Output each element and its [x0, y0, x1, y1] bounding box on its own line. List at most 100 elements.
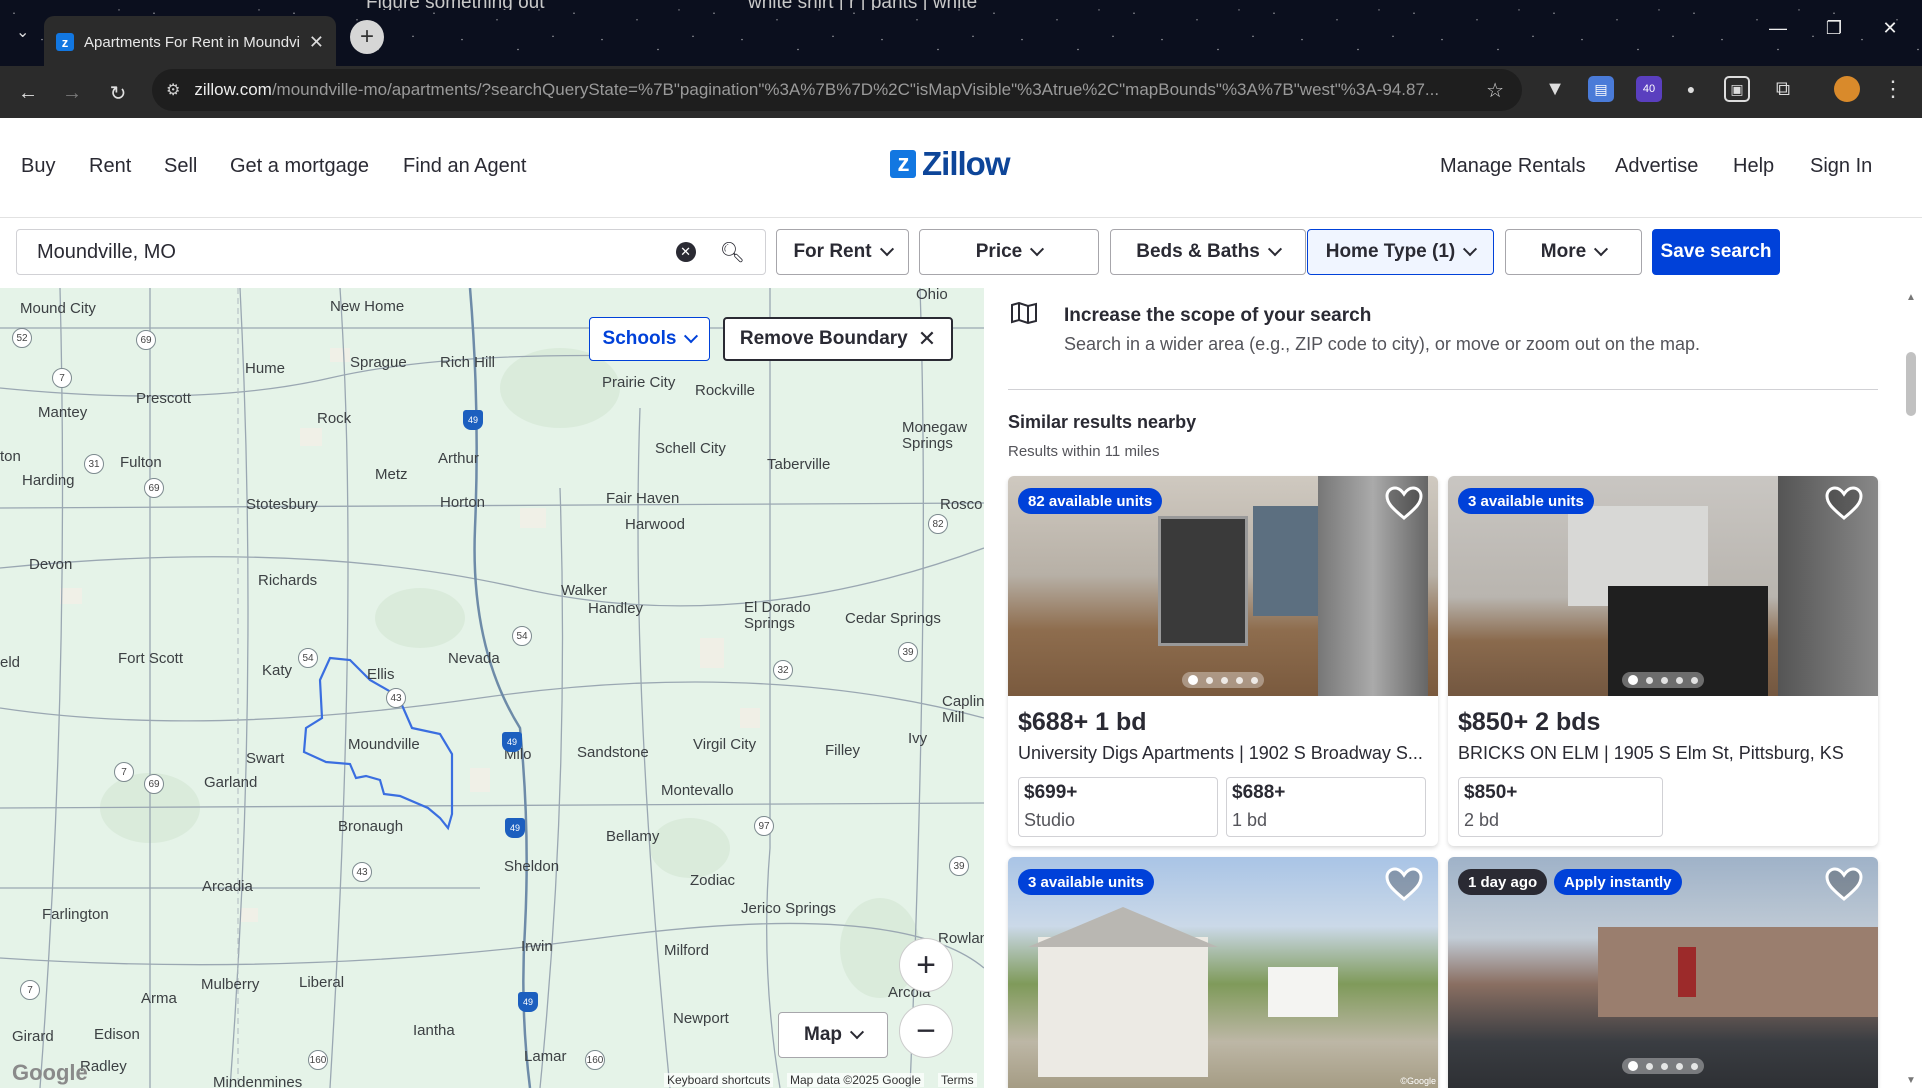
nav-get-a-mortgage[interactable]: Get a mortgage	[230, 155, 369, 178]
tab-search-icon[interactable]: ⌄	[16, 22, 29, 42]
clear-search-icon[interactable]: ✕	[675, 242, 696, 262]
scroll-down-icon[interactable]: ▼	[1906, 1075, 1916, 1086]
listing-photo[interactable]: 3 available units	[1448, 476, 1878, 696]
listing-address[interactable]: BRICKS ON ELM | 1905 S Elm St, Pittsburg…	[1458, 743, 1868, 764]
map-place-label: Liberal	[299, 974, 345, 991]
home-type-filter[interactable]: Home Type (1)	[1307, 229, 1494, 275]
search-input[interactable]	[37, 240, 676, 264]
search-icon[interactable]: 🔍︎	[720, 240, 745, 265]
reload-icon[interactable]: ↻	[100, 75, 136, 111]
nav-sign-in[interactable]: Sign In	[1810, 155, 1872, 178]
close-tab-icon[interactable]: ✕	[309, 32, 324, 53]
nav-manage-rentals[interactable]: Manage Rentals	[1440, 155, 1586, 178]
docs-extension-icon[interactable]: ▤	[1588, 76, 1614, 102]
map-place-label: Stotesbury	[246, 496, 318, 513]
photo-carousel-dots[interactable]	[1622, 672, 1704, 688]
map-place-label: Arthur	[438, 450, 479, 467]
nav-sell[interactable]: Sell	[164, 155, 197, 178]
screen-cast-icon[interactable]: ▣	[1724, 76, 1750, 102]
remove-boundary-button[interactable]: Remove Boundary ✕	[723, 317, 953, 361]
nav-rent[interactable]: Rent	[89, 155, 131, 178]
restore-icon[interactable]: ❐	[1808, 10, 1860, 46]
highway-shield: 39	[949, 856, 969, 876]
minimize-icon[interactable]: —	[1752, 10, 1804, 46]
highway-shield: 82	[928, 514, 948, 534]
address-bar[interactable]: ⚙ zillow.com/moundville-mo/apartments/?s…	[152, 69, 1522, 111]
nav-help[interactable]: Help	[1733, 155, 1774, 178]
listing-address[interactable]: University Digs Apartments | 1902 S Broa…	[1018, 743, 1428, 764]
heart-save-icon[interactable]	[1824, 484, 1864, 524]
browser-menu-icon[interactable]: ⋮	[1880, 76, 1906, 102]
scroll-up-icon[interactable]: ▲	[1906, 292, 1916, 303]
map-place-label: Zodiac	[690, 872, 736, 889]
map-place-label: Harwood	[625, 516, 686, 533]
unit-option[interactable]: $688+ 1 bd	[1226, 777, 1426, 837]
photo-watermark: ©Google	[1400, 1076, 1436, 1086]
url-text[interactable]: zillow.com/moundville-mo/apartments/?sea…	[194, 80, 1472, 100]
keyboard-shortcuts-link[interactable]: Keyboard shortcuts	[664, 1073, 774, 1087]
listing-photo[interactable]: 82 available units	[1008, 476, 1438, 696]
browser-tab-strip: Figure something out white shirt | r | p…	[0, 0, 1922, 66]
terms-link[interactable]: Terms	[938, 1073, 977, 1087]
scope-title: Increase the scope of your search	[1064, 305, 1372, 326]
profile-avatar[interactable]	[1834, 76, 1860, 102]
close-window-icon[interactable]: ✕	[1864, 10, 1916, 46]
unit-option[interactable]: $850+ 2 bd	[1458, 777, 1663, 837]
listing-card[interactable]: 1 day ago Apply instantly	[1448, 857, 1878, 1088]
listing-price: $688+ 1 bd	[1018, 708, 1147, 736]
highway-shield: 7	[114, 762, 134, 782]
extension-icon[interactable]: ●	[1678, 76, 1704, 102]
bookmark-star-icon[interactable]: ☆	[1486, 78, 1504, 103]
background-tab[interactable]: Figure something out	[366, 0, 545, 10]
chevron-down-icon	[1463, 242, 1478, 257]
location-search-box: ✕ 🔍︎	[16, 229, 766, 275]
more-filter[interactable]: More	[1505, 229, 1642, 275]
save-search-button[interactable]: Save search	[1652, 229, 1780, 275]
price-filter[interactable]: Price	[919, 229, 1099, 275]
nav-buy[interactable]: Buy	[21, 155, 55, 178]
beds-baths-filter[interactable]: Beds & Baths	[1110, 229, 1306, 275]
zillow-logo[interactable]: z Zillow	[890, 145, 1010, 182]
map-place-label: Mindenmines	[213, 1074, 303, 1088]
forward-icon[interactable]: →	[54, 75, 90, 111]
nav-find-an-agent[interactable]: Find an Agent	[403, 155, 526, 178]
listing-card[interactable]: 3 available units ©Google	[1008, 857, 1438, 1088]
interstate-shield: 49	[505, 818, 525, 838]
heart-save-icon[interactable]	[1384, 865, 1424, 905]
tab-title: Apartments For Rent in Moundville	[84, 33, 299, 51]
photo-carousel-dots[interactable]	[1622, 1058, 1704, 1074]
google-logo: Google	[12, 1060, 88, 1085]
extensions-puzzle-icon[interactable]: ⧉	[1770, 76, 1796, 102]
nav-advertise[interactable]: Advertise	[1615, 155, 1698, 178]
for-rent-filter[interactable]: For Rent	[776, 229, 909, 275]
map-place-label: Devon	[29, 556, 73, 573]
extension-badge-icon[interactable]: 40	[1636, 76, 1662, 102]
listing-card[interactable]: 82 available units $688+ 1 bd University…	[1008, 476, 1438, 846]
listing-card[interactable]: 3 available units $850+ 2 bds BRICKS ON …	[1448, 476, 1878, 846]
map-place-label: Fort Scott	[118, 650, 184, 667]
active-tab[interactable]: z Apartments For Rent in Moundville ✕	[44, 16, 336, 66]
map-canvas[interactable]: Mound City New Home Ohio Hume Sprague Ri…	[0, 288, 984, 1088]
heart-save-icon[interactable]	[1384, 484, 1424, 524]
zoom-in-button[interactable]: +	[899, 938, 953, 992]
schools-dropdown[interactable]: Schools	[589, 317, 710, 361]
photo-carousel-dots[interactable]	[1182, 672, 1264, 688]
map-place-label: Walker	[561, 582, 608, 599]
zillow-mark-icon: z	[890, 150, 916, 178]
heart-save-icon[interactable]	[1824, 865, 1864, 905]
map-place-label: Cedar Springs	[845, 610, 941, 627]
zoom-out-button[interactable]: −	[899, 1004, 953, 1058]
new-tab-button[interactable]: +	[350, 20, 384, 54]
listing-photo[interactable]: 3 available units ©Google	[1008, 857, 1438, 1088]
listing-photo[interactable]: 1 day ago Apply instantly	[1448, 857, 1878, 1088]
unit-type: 2 bd	[1464, 810, 1500, 830]
unit-option[interactable]: $699+ Studio	[1018, 777, 1218, 837]
chevron-down-icon	[879, 242, 894, 257]
site-info-icon[interactable]: ⚙	[166, 80, 180, 100]
background-tab[interactable]: white shirt | r | pants | white	[748, 0, 977, 10]
map-place-label: Rockville	[695, 382, 756, 399]
map-type-dropdown[interactable]: Map	[778, 1012, 888, 1058]
vpn-extension-icon[interactable]: ▼	[1542, 76, 1568, 102]
scrollbar-thumb[interactable]	[1906, 352, 1916, 416]
back-icon[interactable]: ←	[10, 75, 46, 111]
